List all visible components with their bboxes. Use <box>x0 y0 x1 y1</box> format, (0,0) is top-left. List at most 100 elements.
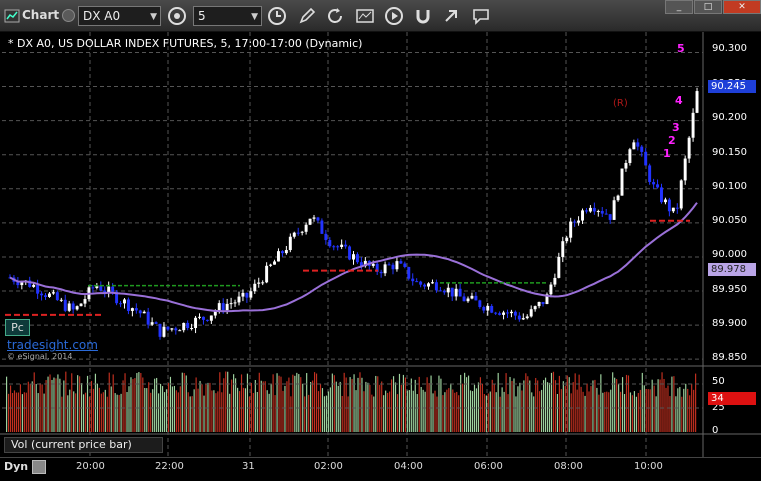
volume-bar <box>590 386 592 432</box>
volume-bar <box>643 385 645 432</box>
volume-bar <box>685 383 687 432</box>
volume-study-label[interactable]: Vol (current price bar) <box>4 437 163 453</box>
price-chart[interactable]: (R) 5 4 321 <box>0 32 761 457</box>
volume-bar <box>183 372 185 432</box>
candle-body <box>162 326 166 337</box>
volume-bar <box>252 392 254 432</box>
volume-bar <box>568 377 570 432</box>
brand-link[interactable]: tradesight.com <box>7 338 98 352</box>
candle-body <box>304 224 308 232</box>
play-icon[interactable] <box>383 5 405 27</box>
volume-bar <box>27 381 29 432</box>
volume-bar <box>187 392 189 432</box>
volume-bar <box>363 391 365 432</box>
volume-bar <box>594 379 596 432</box>
maximize-button[interactable]: □ <box>694 0 722 14</box>
candle-body <box>458 288 462 297</box>
time-clock-icon[interactable] <box>266 5 288 27</box>
volume-bar <box>572 382 574 432</box>
candle-body <box>628 149 632 163</box>
volume-bar <box>300 377 302 432</box>
volume-bar <box>679 386 681 432</box>
refresh-icon[interactable] <box>324 5 346 27</box>
symbol-input[interactable]: DX A0 ▼ <box>78 6 161 26</box>
candle-body <box>269 264 273 266</box>
volume-bar <box>531 392 533 432</box>
candle-body <box>170 328 174 330</box>
price-tick: 90.200 <box>712 112 747 123</box>
volume-bar <box>351 378 353 432</box>
volume-bar <box>298 374 300 432</box>
volume-bar <box>620 391 622 432</box>
volume-bar <box>323 396 326 432</box>
volume-bar <box>383 395 385 432</box>
volume-bar <box>539 391 541 432</box>
symbol-value: DX A0 <box>83 9 121 23</box>
studies-icon[interactable] <box>354 5 376 27</box>
volume-bar <box>529 380 531 432</box>
candle-body <box>569 221 573 238</box>
candle-body <box>178 330 182 332</box>
volume-bar <box>371 394 373 432</box>
volume-bar <box>422 389 424 432</box>
volume-bar <box>148 382 150 432</box>
volume-bar <box>495 392 497 432</box>
candle-body <box>494 312 498 314</box>
volume-bar <box>614 377 616 432</box>
interval-gear-icon[interactable] <box>166 5 188 27</box>
candle-body <box>229 303 233 305</box>
candle-body <box>549 284 553 295</box>
cursor-icon[interactable] <box>440 5 462 27</box>
volume-bar <box>602 392 604 432</box>
time-tick: 31 <box>242 461 255 472</box>
volume-bar <box>179 386 181 432</box>
volume-bar <box>544 377 547 432</box>
volume-bar <box>47 376 49 432</box>
magnet-icon[interactable] <box>412 5 434 27</box>
candle-body <box>454 288 458 297</box>
candle-body <box>300 231 304 233</box>
candle-body <box>478 300 482 307</box>
link-icon[interactable] <box>62 9 75 22</box>
time-tick: 02:00 <box>314 461 343 472</box>
minimize-button[interactable]: _ <box>665 0 693 14</box>
candle-body <box>83 299 87 304</box>
candle-body <box>557 256 561 278</box>
draw-pencil-icon[interactable] <box>296 5 318 27</box>
candle-body <box>253 283 257 292</box>
volume-bar <box>219 372 221 432</box>
count-marker: 4 <box>675 94 683 107</box>
volume-bar <box>258 372 260 432</box>
volume-bar <box>541 389 543 432</box>
callout-icon[interactable] <box>470 5 492 27</box>
count-marker: 3 <box>672 121 680 134</box>
volume-bar <box>639 389 641 432</box>
dyn-mode[interactable]: Dyn <box>4 460 28 473</box>
pc-button[interactable]: Pc <box>5 319 30 336</box>
candle-body <box>284 250 288 254</box>
candle-body <box>182 322 186 331</box>
candle-body <box>292 232 296 237</box>
volume-bar <box>598 394 600 432</box>
candle-body <box>111 286 115 292</box>
candle-body <box>561 241 565 257</box>
volume-bar <box>262 381 264 432</box>
candle-body <box>332 246 336 248</box>
candle-body <box>265 265 269 283</box>
volume-bar <box>485 395 487 432</box>
scale-icon[interactable] <box>32 460 46 474</box>
candle-body <box>379 271 383 274</box>
volume-bar <box>574 373 576 432</box>
volume-bar <box>657 379 659 432</box>
candle-body <box>198 316 201 318</box>
volume-bar <box>641 372 643 432</box>
volume-bar <box>499 396 501 432</box>
volume-bar <box>418 376 420 432</box>
close-button[interactable]: ✕ <box>723 0 761 14</box>
volume-bar <box>154 378 156 432</box>
interval-input[interactable]: 5 ▼ <box>193 6 262 26</box>
volume-bar <box>556 393 558 432</box>
volume-bar <box>161 386 164 432</box>
volume-bar <box>537 380 539 432</box>
volume-bar <box>195 377 197 432</box>
